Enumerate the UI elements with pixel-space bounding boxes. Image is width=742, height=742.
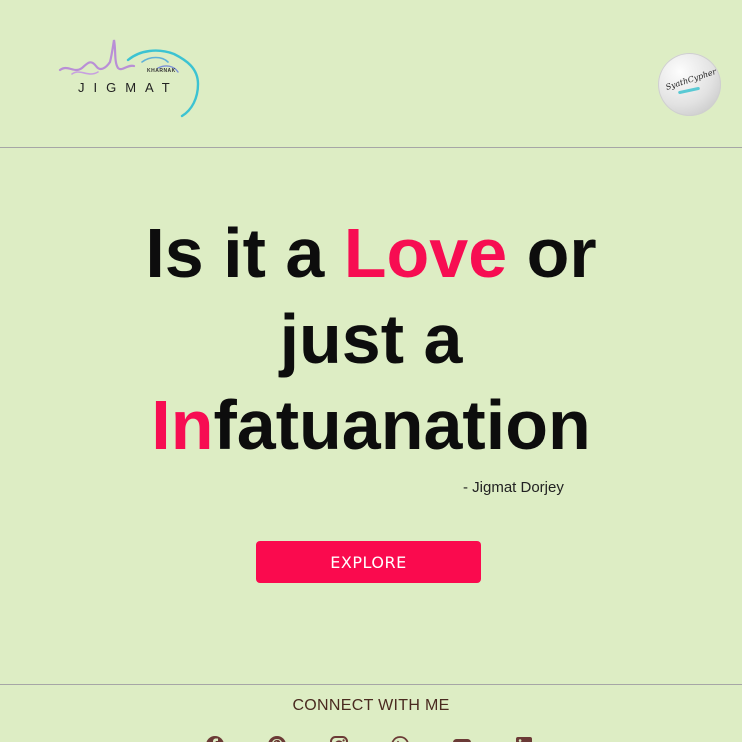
youtube-icon[interactable] — [452, 735, 472, 742]
quote-attribution: - Jigmat Dorjey — [463, 479, 564, 496]
headline-line1-prefix: Is it a — [145, 214, 344, 292]
site-footer: CONNECT WITH ME — [0, 684, 742, 742]
site-logo[interactable]: KHARNAK JIGMAT — [58, 38, 206, 118]
whatsapp-icon[interactable] — [390, 735, 410, 742]
avatar-accent-stroke — [677, 86, 701, 95]
hero-headline: Is it a Love or just a Infatuanation — [0, 210, 742, 468]
social-links — [0, 735, 742, 742]
explore-button[interactable]: EXPLORE — [256, 541, 481, 583]
headline-line3-rest: fatuanation — [213, 386, 591, 464]
site-header: KHARNAK JIGMAT SyathCypher — [0, 0, 742, 148]
facebook-icon[interactable] — [205, 735, 225, 742]
logo-calligraphy-icon — [58, 39, 200, 118]
connect-heading: CONNECT WITH ME — [292, 697, 450, 714]
avatar[interactable]: SyathCypher — [658, 53, 721, 116]
headline-line1-suffix: or — [507, 214, 597, 292]
logo-subtext: KHARNAK — [147, 68, 176, 74]
headline-line2: just a — [279, 300, 463, 378]
instagram-icon[interactable] — [329, 735, 349, 742]
page: KHARNAK JIGMAT SyathCypher Is it a Love … — [0, 0, 742, 742]
hero-section: Is it a Love or just a Infatuanation - J… — [0, 148, 742, 684]
pinterest-icon[interactable] — [267, 735, 287, 742]
logo-text: JIGMAT — [78, 80, 179, 95]
headline-love-word: Love — [343, 214, 508, 292]
headline-line3-accent: In — [151, 386, 214, 464]
linkedin-icon[interactable] — [514, 735, 534, 742]
